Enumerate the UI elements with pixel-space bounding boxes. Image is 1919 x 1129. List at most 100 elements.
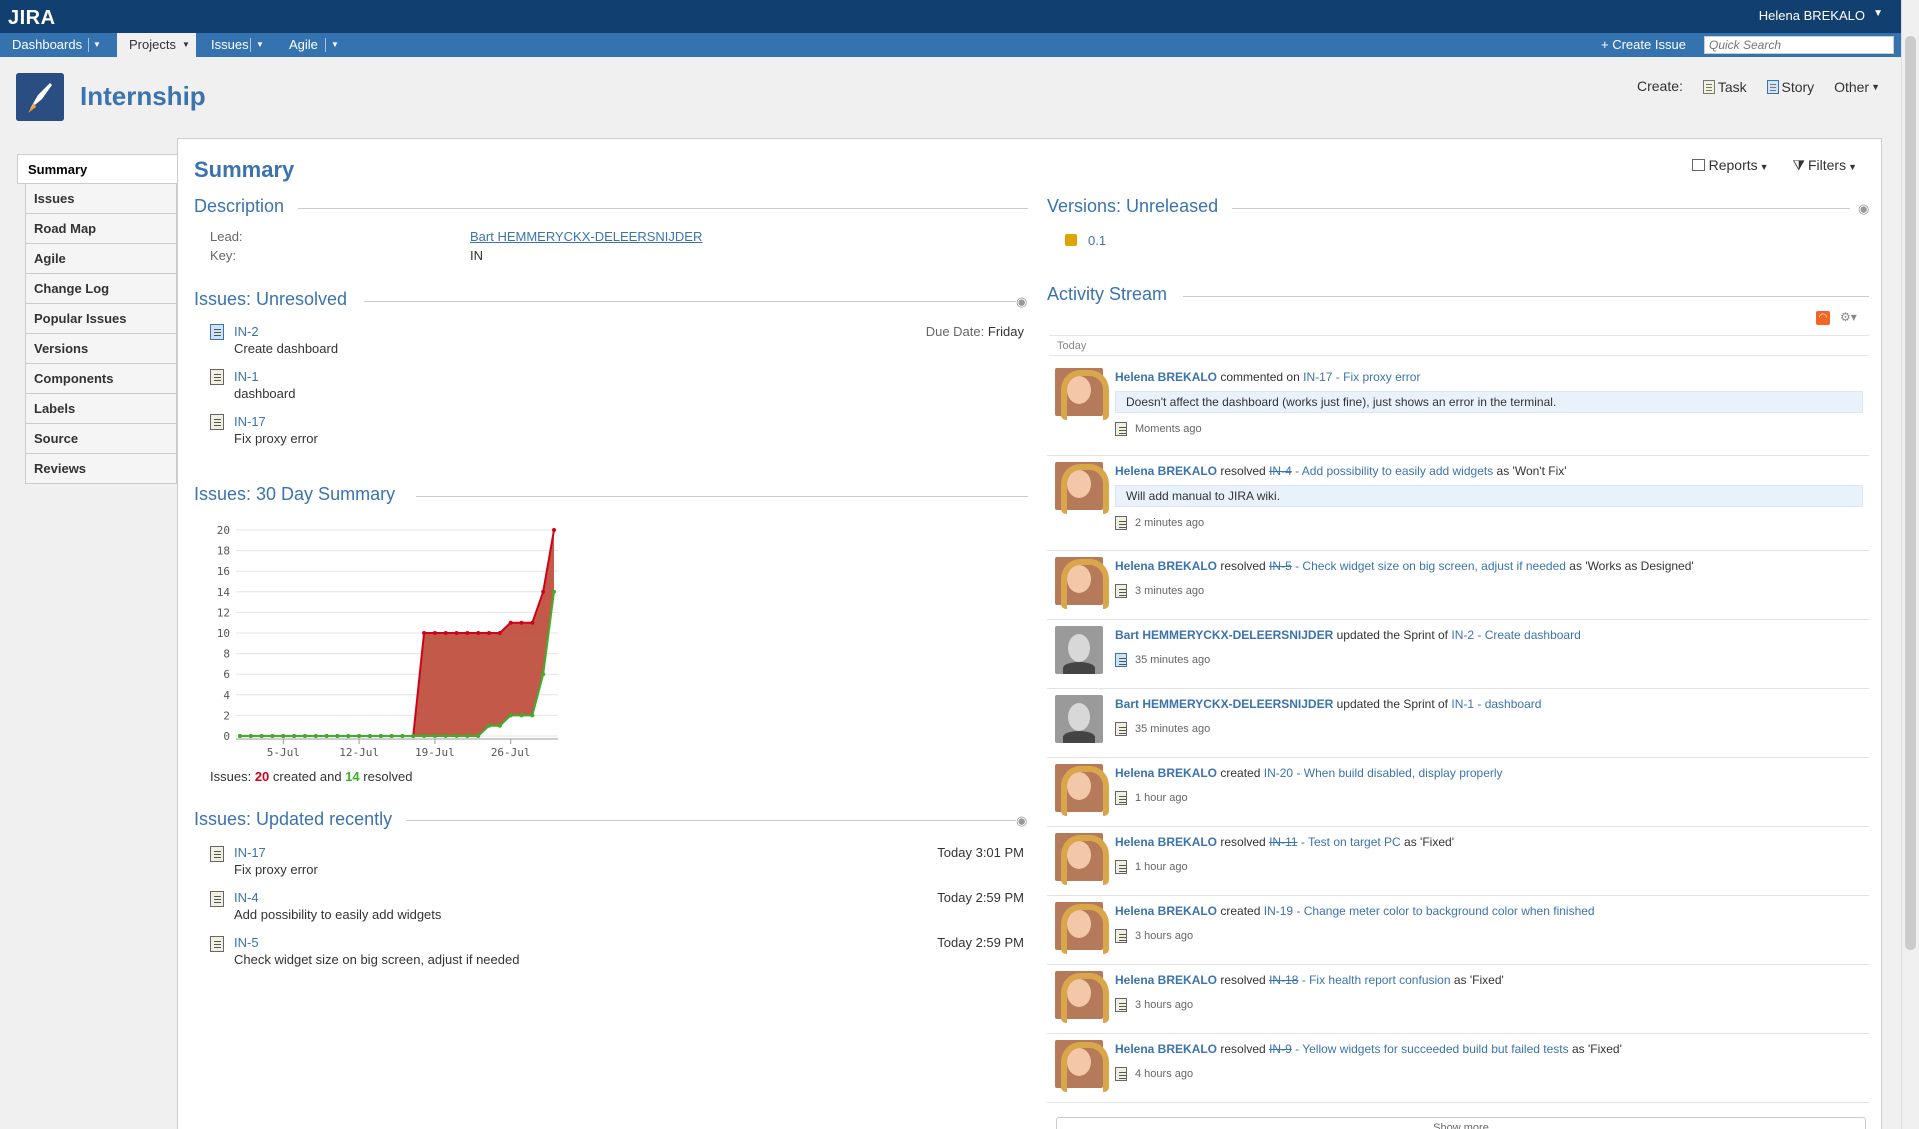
chevron-down-icon[interactable]: ▼	[1873, 8, 1883, 19]
show-more-button[interactable]: Show more	[1056, 1117, 1866, 1129]
sidebar-item-summary[interactable]: Summary	[17, 154, 177, 184]
activity-user-link[interactable]: Helena BREKALO	[1115, 904, 1217, 918]
nav-dashboards-label[interactable]: Dashboards	[12, 37, 82, 52]
activity-user-link[interactable]: Bart HEMMERYCKX-DELEERSNIJDER	[1115, 628, 1333, 642]
chevron-down-icon[interactable]: ▼	[1848, 162, 1857, 172]
avatar[interactable]	[1055, 971, 1109, 1023]
lead-link[interactable]: Bart HEMMERYCKX-DELEERSNIJDER	[470, 229, 702, 244]
reports-button[interactable]: Reports ▼	[1691, 157, 1773, 173]
nav-agile[interactable]: Agile ▼	[277, 33, 343, 57]
eye-icon[interactable]: ◉	[1016, 813, 1027, 829]
sidebar-item-change-log[interactable]: Change Log	[25, 274, 177, 304]
activity-user-link[interactable]: Helena BREKALO	[1115, 370, 1217, 384]
avatar[interactable]	[1055, 902, 1109, 954]
nav-projects[interactable]: Projects ▼	[117, 33, 196, 57]
filters-button[interactable]: ⧩ Filters ▼	[1792, 157, 1857, 173]
scrollbar-thumb[interactable]	[1905, 36, 1916, 950]
avatar[interactable]	[1055, 626, 1103, 674]
sidebar-item-components[interactable]: Components	[25, 364, 177, 394]
activity-issue-key[interactable]: IN-19	[1264, 904, 1293, 918]
avatar[interactable]	[1055, 764, 1109, 816]
chevron-down-icon[interactable]: ▼	[256, 33, 264, 57]
create-story-label[interactable]: Story	[1782, 79, 1815, 95]
sidebar-item-reviews[interactable]: Reviews	[25, 454, 177, 484]
chevron-down-icon[interactable]: ▼	[182, 33, 190, 57]
activity-issue-key[interactable]: IN-18	[1269, 973, 1298, 987]
activity-issue-summary[interactable]: - When build disabled, display properly	[1296, 766, 1502, 780]
scrollbar[interactable]	[1901, 0, 1919, 1129]
activity-issue-key[interactable]: IN-17	[1303, 370, 1332, 384]
issue-link[interactable]: IN-4	[234, 890, 259, 905]
jira-logo[interactable]: JIRA	[8, 7, 56, 30]
version-link[interactable]: 0.1	[1088, 233, 1106, 248]
nav-agile-label[interactable]: Agile	[289, 37, 318, 52]
activity-issue-key[interactable]: IN-2	[1451, 628, 1474, 642]
nav-issues[interactable]: Issues ▼	[199, 33, 271, 57]
activity-user-link[interactable]: Helena BREKALO	[1115, 559, 1217, 573]
project-name[interactable]: Internship	[80, 81, 206, 112]
create-task-button[interactable]: Task	[1702, 78, 1747, 95]
sidebar-item-popular-issues[interactable]: Popular Issues	[25, 304, 177, 334]
issue-link[interactable]: IN-2	[234, 324, 259, 339]
user-menu[interactable]: Helena BREKALO	[1759, 8, 1865, 23]
avatar[interactable]	[1055, 833, 1109, 885]
filters-label[interactable]: Filters	[1808, 157, 1846, 173]
chevron-down-icon[interactable]: ▼	[331, 33, 339, 57]
activity-issue-summary[interactable]: - Fix health report confusion	[1302, 973, 1451, 987]
avatar[interactable]	[1055, 557, 1109, 609]
nav-projects-label[interactable]: Projects	[129, 37, 176, 52]
chevron-down-icon[interactable]: ▼	[1760, 162, 1769, 172]
activity-user-link[interactable]: Helena BREKALO	[1115, 835, 1217, 849]
sidebar-item-source[interactable]: Source	[25, 424, 177, 454]
avatar[interactable]	[1055, 368, 1109, 420]
avatar[interactable]	[1055, 695, 1103, 743]
activity-text: Helena BREKALO resolved IN-9 - Yellow wi…	[1115, 1042, 1622, 1056]
create-issue-label[interactable]: Create Issue	[1612, 37, 1686, 52]
activity-user-link[interactable]: Helena BREKALO	[1115, 973, 1217, 987]
sidebar-item-agile[interactable]: Agile	[25, 244, 177, 274]
create-task-label[interactable]: Task	[1718, 79, 1747, 95]
create-story-button[interactable]: Story	[1766, 78, 1815, 95]
activity-issue-key[interactable]: IN-11	[1269, 835, 1297, 849]
sidebar-item-labels[interactable]: Labels	[25, 394, 177, 424]
issue-link[interactable]: IN-1	[234, 369, 259, 384]
activity-issue-summary[interactable]: - Check widget size on big screen, adjus…	[1295, 559, 1566, 573]
quick-search-input[interactable]	[1704, 36, 1894, 54]
activity-issue-summary[interactable]: - Test on target PC	[1301, 835, 1401, 849]
reports-label[interactable]: Reports	[1709, 157, 1758, 173]
gear-icon[interactable]: ⚙▾	[1840, 310, 1857, 324]
activity-issue-summary[interactable]: - Change meter color to background color…	[1296, 904, 1594, 918]
activity-issue-key[interactable]: IN-5	[1269, 559, 1292, 573]
avatar[interactable]	[1055, 1040, 1109, 1092]
issue-link[interactable]: IN-17	[234, 845, 266, 860]
activity-issue-key[interactable]: IN-1	[1451, 697, 1474, 711]
activity-issue-key[interactable]: IN-4	[1269, 464, 1292, 478]
create-issue-button[interactable]: + Create Issue	[1601, 33, 1686, 57]
sidebar-item-versions[interactable]: Versions	[25, 334, 177, 364]
activity-issue-key[interactable]: IN-20	[1264, 766, 1293, 780]
activity-issue-summary[interactable]: - Fix proxy error	[1336, 370, 1421, 384]
create-other-label[interactable]: Other	[1834, 79, 1869, 95]
eye-icon[interactable]: ◉	[1858, 201, 1869, 217]
activity-user-link[interactable]: Helena BREKALO	[1115, 464, 1217, 478]
create-other-button[interactable]: Other ▼	[1834, 78, 1880, 95]
activity-issue-summary[interactable]: - Add possibility to easily add widgets	[1295, 464, 1493, 478]
chevron-down-icon[interactable]: ▼	[1871, 82, 1880, 92]
sidebar-item-issues[interactable]: Issues	[25, 184, 177, 214]
activity-issue-summary[interactable]: - Create dashboard	[1477, 628, 1580, 642]
avatar[interactable]	[1055, 462, 1109, 514]
issue-link[interactable]: IN-5	[234, 935, 259, 950]
nav-dashboards[interactable]: Dashboards ▼	[0, 33, 107, 57]
activity-user-link[interactable]: Bart HEMMERYCKX-DELEERSNIJDER	[1115, 697, 1333, 711]
rss-icon[interactable]: ◠	[1816, 311, 1830, 325]
activity-user-link[interactable]: Helena BREKALO	[1115, 766, 1217, 780]
activity-user-link[interactable]: Helena BREKALO	[1115, 1042, 1217, 1056]
eye-icon[interactable]: ◉	[1016, 294, 1027, 310]
nav-issues-label[interactable]: Issues	[211, 37, 249, 52]
chevron-down-icon[interactable]: ▼	[93, 33, 101, 57]
activity-issue-summary[interactable]: - dashboard	[1477, 697, 1541, 711]
activity-issue-summary[interactable]: - Yellow widgets for succeeded build but…	[1295, 1042, 1569, 1056]
issue-link[interactable]: IN-17	[234, 414, 266, 429]
sidebar-item-road-map[interactable]: Road Map	[25, 214, 177, 244]
activity-issue-key[interactable]: IN-9	[1269, 1042, 1292, 1056]
